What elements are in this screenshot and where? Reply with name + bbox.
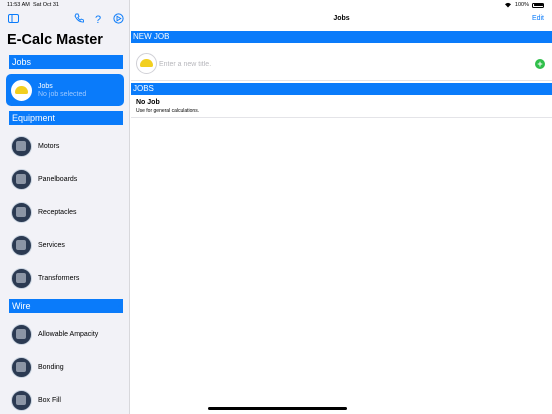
edit-button[interactable]: Edit <box>532 15 544 22</box>
transformer-icon <box>11 267 32 289</box>
sidebar-toolbar: ? <box>0 13 130 27</box>
sidebar-item-label: Panelboards <box>38 175 78 183</box>
receptacle-icon <box>11 201 32 223</box>
bonding-icon <box>11 356 32 378</box>
phone-icon[interactable] <box>74 13 84 27</box>
jobs-header: JOBS <box>131 83 552 95</box>
app-root: ? E-Calc Master Jobs ⌄ Jobs No job selec… <box>0 0 552 414</box>
ampacity-icon <box>11 323 32 345</box>
battery-icon <box>532 2 544 8</box>
sidebar-item-label: Receptacles <box>38 208 77 216</box>
new-job-header: NEW JOB <box>131 31 552 43</box>
sidebar-item-receptacles[interactable]: Receptacles <box>6 196 124 228</box>
job-name: No Job <box>136 99 160 106</box>
status-time: 11:53 AM <box>7 2 30 8</box>
sidebar-item-allowable-ampacity[interactable]: Allowable Ampacity <box>6 318 124 350</box>
settings-icon[interactable] <box>113 13 124 28</box>
sidebar-item-bonding[interactable]: Bonding <box>6 351 124 383</box>
sidebar-item-label: Box Fill <box>38 396 61 404</box>
main-panel: Jobs Edit NEW JOB + JOBS No Job Use for … <box>131 0 552 414</box>
add-job-button[interactable]: + <box>535 59 545 69</box>
home-indicator[interactable] <box>208 407 347 410</box>
chevron-down-icon[interactable]: ⌄ <box>114 111 124 125</box>
status-date: Sat Oct 31 <box>33 2 59 8</box>
sidebar-item-jobs[interactable]: Jobs No job selected <box>6 74 124 106</box>
hard-hat-icon <box>136 53 157 74</box>
status-bar: 11:53 AM Sat Oct 31 100% <box>0 0 552 11</box>
help-icon[interactable]: ? <box>95 13 101 27</box>
wifi-icon <box>504 2 511 8</box>
box-fill-icon <box>11 389 32 411</box>
job-description: Use for general calculations. <box>136 108 200 114</box>
job-row[interactable]: No Job Use for general calculations. <box>131 96 552 118</box>
sidebar-item-label: Jobs <box>38 82 53 90</box>
sidebar-item-sublabel: No job selected <box>38 90 87 98</box>
section-header-jobs[interactable]: Jobs <box>9 55 123 69</box>
app-title: E-Calc Master <box>7 32 103 48</box>
new-job-title-input[interactable] <box>159 58 519 70</box>
page-title: Jobs <box>333 15 350 22</box>
sidebar-item-label: Motors <box>38 142 60 150</box>
sidebar-item-label: Transformers <box>38 274 80 282</box>
chevron-down-icon[interactable]: ⌄ <box>114 299 124 313</box>
sidebar-item-motors[interactable]: Motors <box>6 130 124 162</box>
sidebar: ? E-Calc Master Jobs ⌄ Jobs No job selec… <box>0 0 130 414</box>
sidebar-item-panelboards[interactable]: Panelboards <box>6 163 124 195</box>
sidebar-item-label: Allowable Ampacity <box>38 330 99 338</box>
panelboard-icon <box>11 168 32 190</box>
sidebar-item-transformers[interactable]: Transformers <box>6 262 124 294</box>
chevron-down-icon[interactable]: ⌄ <box>114 55 124 69</box>
sidebar-toggle-icon[interactable] <box>8 13 19 27</box>
sidebar-item-box-fill[interactable]: Box Fill <box>6 384 124 414</box>
sidebar-item-label: Services <box>38 241 65 249</box>
motor-icon <box>11 135 32 157</box>
section-header-wire[interactable]: Wire <box>9 299 123 313</box>
sidebar-item-label: Bonding <box>38 363 64 371</box>
new-job-row: + <box>131 47 552 81</box>
hard-hat-icon <box>11 79 32 101</box>
section-header-equipment[interactable]: Equipment <box>9 111 123 125</box>
battery-percent: 100% <box>514 2 529 8</box>
sidebar-item-services[interactable]: Services <box>6 229 124 261</box>
service-meter-icon <box>11 234 32 256</box>
